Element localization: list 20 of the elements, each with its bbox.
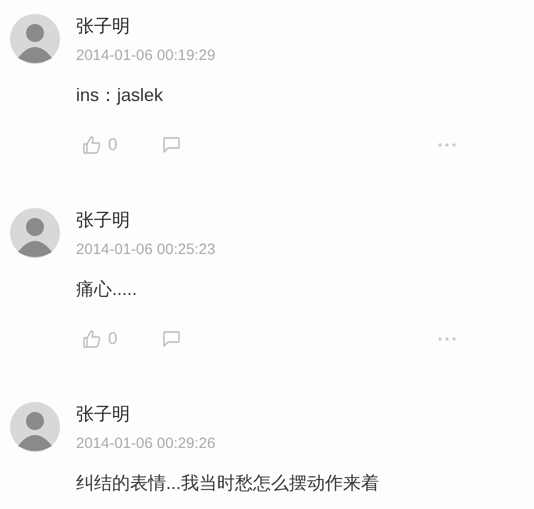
speech-bubble-icon [161, 136, 182, 154]
more-icon[interactable] [438, 337, 456, 341]
avatar [10, 208, 60, 258]
user-name[interactable]: 张子明 [76, 206, 130, 234]
user-name[interactable]: 张子明 [76, 12, 130, 40]
timestamp: 2014-01-06 00:29:26 [76, 434, 216, 454]
avatar [10, 14, 60, 64]
reply-button[interactable] [161, 330, 182, 348]
reply-button[interactable] [161, 136, 182, 154]
thumbs-up-icon [82, 329, 102, 349]
thumbs-up-icon [82, 135, 102, 155]
timestamp: 2014-01-06 00:25:23 [76, 240, 216, 260]
comment-text: ins：jaslek [76, 84, 164, 107]
timestamp: 2014-01-06 00:19:29 [76, 46, 216, 66]
more-icon[interactable] [438, 143, 456, 147]
avatar [10, 402, 60, 452]
comment-text: 痛心..... [76, 278, 138, 301]
user-name[interactable]: 张子明 [76, 400, 130, 428]
speech-bubble-icon [161, 330, 182, 348]
comment-text: 纠结的表情...我当时愁怎么摆动作来着 [76, 472, 380, 495]
